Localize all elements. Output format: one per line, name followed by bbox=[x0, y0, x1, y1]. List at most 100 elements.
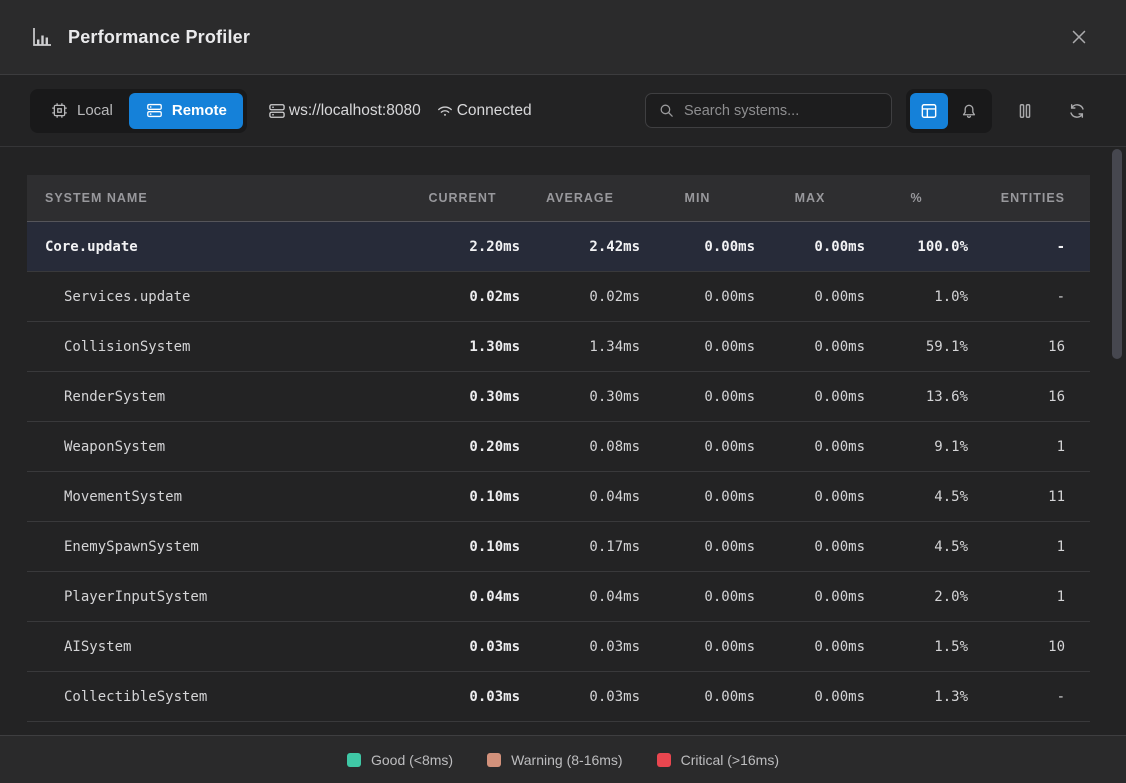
current-cell: 0.10ms bbox=[405, 489, 520, 505]
average-cell: 2.42ms bbox=[520, 239, 640, 255]
percent-cell: 4.5% bbox=[865, 539, 968, 555]
average-cell: 0.03ms bbox=[520, 689, 640, 705]
max-cell: 0.00ms bbox=[755, 289, 865, 305]
system-name-cell: CollectibleSystem bbox=[27, 689, 405, 705]
max-cell: 0.00ms bbox=[755, 339, 865, 355]
system-name-cell: AISystem bbox=[27, 639, 405, 655]
average-cell: 0.08ms bbox=[520, 439, 640, 455]
server-icon bbox=[145, 101, 164, 120]
average-cell: 0.04ms bbox=[520, 489, 640, 505]
pause-button[interactable] bbox=[1006, 93, 1044, 129]
table-row[interactable]: CollectibleSystem 0.03ms 0.03ms 0.00ms 0… bbox=[27, 672, 1090, 722]
connection-status: Connected bbox=[435, 101, 532, 121]
max-cell: 0.00ms bbox=[755, 689, 865, 705]
max-cell: 0.00ms bbox=[755, 439, 865, 455]
system-name-cell: PlayerInputSystem bbox=[27, 589, 405, 605]
max-cell: 0.00ms bbox=[755, 539, 865, 555]
min-cell: 0.00ms bbox=[640, 289, 755, 305]
percent-cell: 9.1% bbox=[865, 439, 968, 455]
min-cell: 0.00ms bbox=[640, 489, 755, 505]
table-view-button[interactable] bbox=[910, 93, 948, 129]
page-title: Performance Profiler bbox=[68, 27, 250, 48]
column-header-entities[interactable]: ENTITIES bbox=[968, 191, 1090, 205]
close-button[interactable] bbox=[1062, 20, 1096, 54]
mode-toggle-group: Local Remote bbox=[30, 89, 247, 133]
title-bar: Performance Profiler bbox=[0, 0, 1126, 75]
bar-chart-icon bbox=[30, 25, 54, 49]
current-cell: 0.10ms bbox=[405, 539, 520, 555]
remote-mode-button[interactable]: Remote bbox=[129, 93, 243, 129]
ws-url-label: ws://localhost:8080 bbox=[289, 102, 421, 120]
table-row[interactable]: RenderSystem 0.30ms 0.30ms 0.00ms 0.00ms… bbox=[27, 372, 1090, 422]
column-header-current[interactable]: CURRENT bbox=[405, 191, 520, 205]
average-cell: 0.03ms bbox=[520, 639, 640, 655]
ws-url: ws://localhost:8080 bbox=[267, 101, 421, 121]
table-icon bbox=[919, 101, 939, 121]
min-cell: 0.00ms bbox=[640, 639, 755, 655]
pause-icon bbox=[1015, 101, 1035, 121]
entities-cell: - bbox=[968, 289, 1090, 305]
refresh-button[interactable] bbox=[1058, 93, 1096, 129]
search-icon bbox=[658, 102, 675, 119]
table-row[interactable]: EnemySpawnSystem 0.10ms 0.17ms 0.00ms 0.… bbox=[27, 522, 1090, 572]
current-cell: 0.20ms bbox=[405, 439, 520, 455]
legend-swatch bbox=[347, 753, 361, 767]
percent-cell: 13.6% bbox=[865, 389, 968, 405]
table-body: Core.update 2.20ms 2.42ms 0.00ms 0.00ms … bbox=[27, 222, 1090, 722]
close-icon bbox=[1068, 26, 1090, 48]
entities-cell: 10 bbox=[968, 639, 1090, 655]
legend-item: Good (<8ms) bbox=[347, 752, 453, 768]
table-row[interactable]: CollisionSystem 1.30ms 1.34ms 0.00ms 0.0… bbox=[27, 322, 1090, 372]
local-mode-label: Local bbox=[77, 102, 113, 119]
percent-cell: 4.5% bbox=[865, 489, 968, 505]
entities-cell: 1 bbox=[968, 439, 1090, 455]
average-cell: 0.17ms bbox=[520, 539, 640, 555]
performance-profiler-window: Performance Profiler Local bbox=[0, 0, 1126, 783]
average-cell: 1.34ms bbox=[520, 339, 640, 355]
current-cell: 2.20ms bbox=[405, 239, 520, 255]
current-cell: 0.30ms bbox=[405, 389, 520, 405]
table-row[interactable]: Services.update 0.02ms 0.02ms 0.00ms 0.0… bbox=[27, 272, 1090, 322]
column-header-system-name[interactable]: SYSTEM NAME bbox=[27, 191, 405, 205]
local-mode-button[interactable]: Local bbox=[34, 93, 129, 129]
min-cell: 0.00ms bbox=[640, 689, 755, 705]
legend-label: Good (<8ms) bbox=[371, 752, 453, 768]
column-header-min[interactable]: MIN bbox=[640, 191, 755, 205]
average-cell: 0.02ms bbox=[520, 289, 640, 305]
table-row[interactable]: WeaponSystem 0.20ms 0.08ms 0.00ms 0.00ms… bbox=[27, 422, 1090, 472]
average-cell: 0.04ms bbox=[520, 589, 640, 605]
system-name-cell: CollisionSystem bbox=[27, 339, 405, 355]
percent-cell: 1.0% bbox=[865, 289, 968, 305]
table-row[interactable]: PlayerInputSystem 0.04ms 0.04ms 0.00ms 0… bbox=[27, 572, 1090, 622]
system-name-cell: Services.update bbox=[27, 289, 405, 305]
column-header-percent[interactable]: % bbox=[865, 191, 968, 205]
legend-label: Critical (>16ms) bbox=[681, 752, 779, 768]
entities-cell: 11 bbox=[968, 489, 1090, 505]
max-cell: 0.00ms bbox=[755, 489, 865, 505]
min-cell: 0.00ms bbox=[640, 539, 755, 555]
entities-cell: 16 bbox=[968, 339, 1090, 355]
max-cell: 0.00ms bbox=[755, 389, 865, 405]
system-name-cell: WeaponSystem bbox=[27, 439, 405, 455]
column-header-max[interactable]: MAX bbox=[755, 191, 865, 205]
legend-footer: Good (<8ms) Warning (8-16ms) Critical (>… bbox=[0, 735, 1126, 783]
system-name-cell: MovementSystem bbox=[27, 489, 405, 505]
search-input[interactable] bbox=[684, 103, 879, 119]
current-cell: 1.30ms bbox=[405, 339, 520, 355]
systems-table: SYSTEM NAME CURRENT AVERAGE MIN MAX % EN… bbox=[27, 175, 1090, 722]
table-row[interactable]: Core.update 2.20ms 2.42ms 0.00ms 0.00ms … bbox=[27, 222, 1090, 272]
column-header-average[interactable]: AVERAGE bbox=[520, 191, 640, 205]
table-row[interactable]: AISystem 0.03ms 0.03ms 0.00ms 0.00ms 1.5… bbox=[27, 622, 1090, 672]
max-cell: 0.00ms bbox=[755, 589, 865, 605]
remote-mode-label: Remote bbox=[172, 102, 227, 119]
profiler-content: SYSTEM NAME CURRENT AVERAGE MIN MAX % EN… bbox=[0, 147, 1126, 735]
max-cell: 0.00ms bbox=[755, 639, 865, 655]
current-cell: 0.03ms bbox=[405, 689, 520, 705]
vertical-scrollbar-thumb[interactable] bbox=[1112, 149, 1122, 359]
wifi-icon bbox=[435, 101, 455, 121]
connection-status-label: Connected bbox=[457, 102, 532, 120]
alerts-button[interactable] bbox=[950, 93, 988, 129]
percent-cell: 1.5% bbox=[865, 639, 968, 655]
min-cell: 0.00ms bbox=[640, 389, 755, 405]
table-row[interactable]: MovementSystem 0.10ms 0.04ms 0.00ms 0.00… bbox=[27, 472, 1090, 522]
